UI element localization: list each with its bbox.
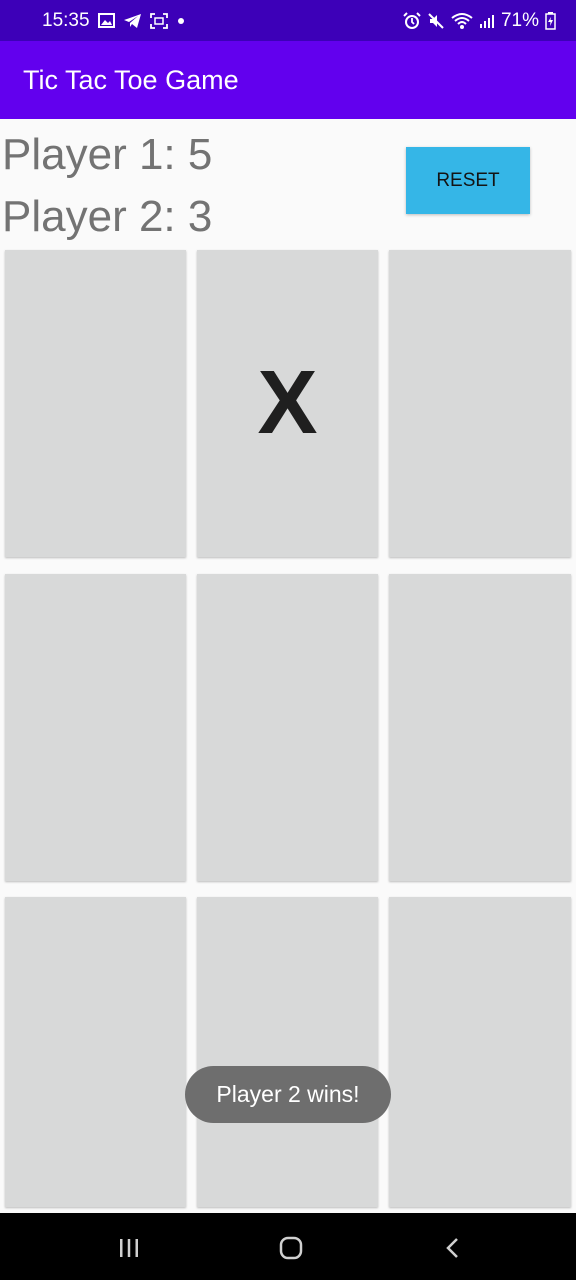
screenshot-icon (149, 12, 168, 29)
telegram-icon (123, 13, 142, 29)
board-cell-6[interactable] (5, 897, 186, 1207)
board-cell-4[interactable] (197, 574, 378, 881)
reset-button[interactable]: RESET (406, 147, 530, 214)
board-cell-5[interactable] (389, 574, 571, 881)
mute-icon (427, 12, 445, 30)
board-cell-2[interactable] (389, 250, 571, 557)
board-cell-3[interactable] (5, 574, 186, 881)
recents-icon[interactable] (114, 1233, 144, 1263)
signal-icon (479, 13, 495, 29)
navigation-bar (0, 1213, 576, 1280)
dot-icon (176, 16, 186, 26)
toast-message: Player 2 wins! (185, 1066, 391, 1123)
back-icon[interactable] (438, 1233, 468, 1263)
board-cell-0[interactable] (5, 250, 186, 557)
board-cell-8[interactable] (389, 897, 571, 1207)
alarm-icon (403, 11, 421, 30)
gallery-icon (97, 13, 115, 28)
battery-icon (545, 11, 556, 30)
status-bar: 15:35 71% (0, 0, 576, 41)
wifi-icon (451, 12, 473, 30)
board-cell-1[interactable]: X (197, 250, 378, 557)
player2-score: Player 2: 3 (2, 192, 213, 241)
battery-percent: 71% (500, 9, 539, 31)
home-icon[interactable] (276, 1233, 306, 1263)
board-cell-7[interactable] (197, 897, 378, 1207)
player1-score: Player 1: 5 (2, 130, 213, 179)
app-title: Tic Tac Toe Game (23, 64, 239, 95)
app-bar: Tic Tac Toe Game (0, 41, 576, 119)
status-time: 15:35 (42, 9, 90, 31)
